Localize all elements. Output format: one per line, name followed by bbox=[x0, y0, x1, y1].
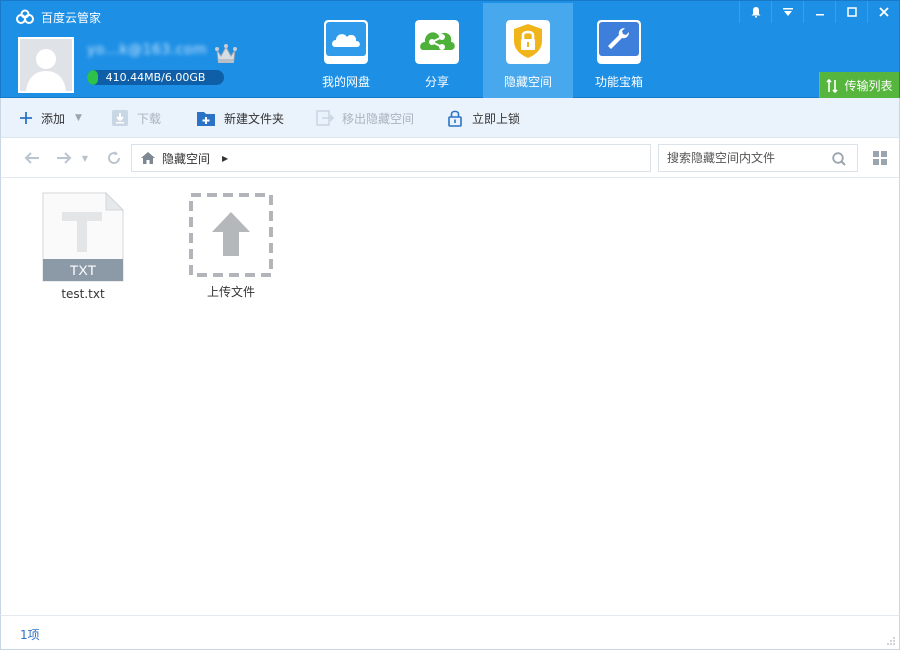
app-title: 百度云管家 bbox=[15, 8, 101, 26]
menu-icon[interactable] bbox=[771, 1, 803, 23]
history-dropdown-icon[interactable]: ▼ bbox=[79, 148, 91, 168]
file-type-label: TXT bbox=[70, 262, 97, 278]
item-count: 1项 bbox=[20, 628, 40, 642]
upload-file-tile[interactable]: 上传文件 bbox=[183, 192, 279, 300]
search-box bbox=[658, 144, 858, 172]
chevron-down-icon[interactable]: ▼ bbox=[75, 113, 82, 123]
txt-file-icon: TXT bbox=[42, 191, 125, 282]
search-icon[interactable] bbox=[831, 151, 847, 167]
lock-now-button[interactable]: 立即上锁 bbox=[446, 98, 520, 138]
transfer-list-label: 传输列表 bbox=[844, 79, 893, 93]
plus-icon bbox=[20, 112, 32, 124]
move-out-icon bbox=[316, 110, 334, 126]
maximize-icon[interactable] bbox=[835, 1, 867, 23]
move-out-hidden-button[interactable]: 移出隐藏空间 bbox=[316, 98, 414, 138]
app-title-text: 百度云管家 bbox=[41, 10, 102, 25]
grid-view-icon[interactable] bbox=[873, 151, 887, 165]
lock-now-label: 立即上锁 bbox=[472, 111, 521, 126]
tab-hidden-space[interactable]: 隐藏空间 bbox=[483, 3, 573, 99]
wrench-toolbox-icon bbox=[597, 20, 641, 64]
transfer-list-button[interactable]: 传输列表 bbox=[819, 72, 899, 99]
breadcrumb[interactable]: 隐藏空间 ▶ bbox=[131, 144, 651, 172]
avatar[interactable] bbox=[18, 37, 74, 93]
download-label: 下载 bbox=[137, 111, 162, 126]
account-name[interactable]: yo...k@163.com bbox=[87, 42, 207, 58]
file-name[interactable]: test.txt bbox=[35, 287, 131, 301]
crown-icon[interactable] bbox=[214, 42, 238, 64]
status-bar: 1项 bbox=[0, 615, 900, 650]
window-controls bbox=[739, 1, 899, 23]
home-icon[interactable] bbox=[140, 151, 156, 165]
search-input[interactable] bbox=[667, 151, 827, 165]
minimize-icon[interactable] bbox=[803, 1, 835, 23]
app-header: 百度云管家 yo...k@163.com 410.44MB/6.00GB 我的网… bbox=[0, 0, 900, 99]
lock-shield-icon bbox=[506, 20, 550, 64]
tab-my-drive[interactable]: 我的网盘 bbox=[301, 3, 391, 99]
bell-icon[interactable] bbox=[739, 1, 771, 23]
tab-label: 功能宝箱 bbox=[594, 75, 643, 89]
forward-arrow-icon[interactable] bbox=[53, 148, 75, 168]
tab-label: 隐藏空间 bbox=[503, 75, 552, 89]
quota-text: 410.44MB/6.00GB bbox=[105, 71, 206, 84]
tab-label: 我的网盘 bbox=[321, 75, 370, 89]
back-arrow-icon[interactable] bbox=[21, 148, 43, 168]
tab-toolbox[interactable]: 功能宝箱 bbox=[574, 3, 664, 99]
breadcrumb-hidden-space[interactable]: 隐藏空间 bbox=[162, 150, 210, 167]
default-user-icon bbox=[20, 39, 72, 91]
add-label: 添加 bbox=[41, 111, 66, 126]
share-icon bbox=[415, 20, 459, 64]
address-bar: ▼ 隐藏空间 ▶ bbox=[0, 138, 900, 178]
close-icon[interactable] bbox=[867, 1, 899, 23]
transfer-arrows-icon bbox=[826, 78, 839, 93]
resize-grip-icon[interactable] bbox=[886, 636, 896, 646]
tab-share[interactable]: 分享 bbox=[392, 3, 482, 99]
breadcrumb-arrow-icon[interactable]: ▶ bbox=[222, 154, 228, 163]
cloud-drive-icon bbox=[324, 20, 368, 64]
move-out-label: 移出隐藏空间 bbox=[342, 111, 415, 126]
file-item-txt[interactable]: TXT test.txt bbox=[35, 191, 131, 301]
refresh-icon[interactable] bbox=[104, 148, 124, 168]
file-area[interactable]: TXT test.txt 上传文件 bbox=[0, 178, 900, 615]
toolbar: 添加 ▼ 下载 新建文件夹 移出隐藏空间 立即上锁 bbox=[0, 98, 900, 138]
upload-icon bbox=[189, 193, 273, 277]
new-folder-label: 新建文件夹 bbox=[224, 111, 285, 126]
add-button[interactable]: 添加 ▼ bbox=[19, 98, 82, 138]
new-folder-icon bbox=[197, 112, 215, 126]
baidu-cloud-logo-icon bbox=[16, 9, 34, 24]
storage-quota-bar: 410.44MB/6.00GB bbox=[87, 70, 224, 85]
tab-label: 分享 bbox=[424, 75, 449, 89]
download-icon bbox=[112, 110, 128, 126]
upload-file-label[interactable]: 上传文件 bbox=[183, 283, 279, 300]
lock-icon bbox=[448, 110, 462, 127]
new-folder-button[interactable]: 新建文件夹 bbox=[196, 98, 284, 138]
download-button[interactable]: 下载 bbox=[111, 98, 161, 138]
